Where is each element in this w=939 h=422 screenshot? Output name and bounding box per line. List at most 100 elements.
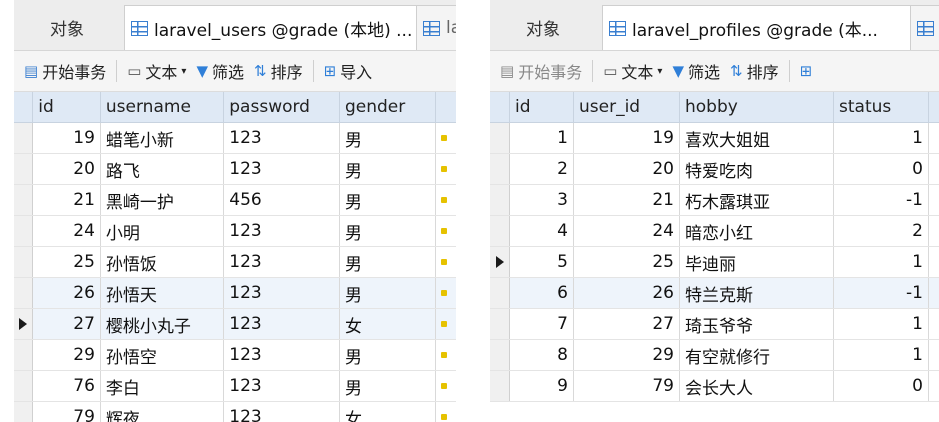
- table-row[interactable]: 5 25 毕迪丽 1: [490, 247, 939, 278]
- table-row[interactable]: 1 19 喜欢大姐姐 1: [490, 123, 939, 154]
- begin-transaction-button[interactable]: ▤ 开始事务: [24, 59, 106, 83]
- table-row[interactable]: 26 孙悟天 123 男: [14, 278, 456, 309]
- table-row[interactable]: 3 21 朽木露琪亚 -1: [490, 185, 939, 216]
- tab-laravel-profiles[interactable]: laravel_profiles @grade (本...: [602, 5, 912, 50]
- cell-user-id[interactable]: 26: [574, 278, 680, 308]
- column-header-password[interactable]: password: [224, 92, 340, 122]
- cell-user-id[interactable]: 21: [574, 185, 680, 215]
- cell-gender[interactable]: 男: [340, 123, 437, 153]
- column-header-status[interactable]: status: [834, 92, 929, 122]
- cell-gender[interactable]: 男: [340, 371, 437, 401]
- cell-gender[interactable]: 男: [340, 278, 437, 308]
- table-row[interactable]: 2 20 特爱吃肉 0: [490, 154, 939, 185]
- cell-username[interactable]: 蜡笔小新: [101, 123, 225, 153]
- cell-id[interactable]: 2: [510, 154, 574, 184]
- cell-user-id[interactable]: 29: [574, 340, 680, 370]
- cell-password[interactable]: 123: [224, 123, 340, 153]
- cell-id[interactable]: 79: [33, 402, 101, 422]
- text-button[interactable]: ▭ 文本 ▾: [127, 59, 186, 83]
- sort-button[interactable]: ⇅ 排序: [730, 59, 779, 83]
- cell-status[interactable]: -1: [834, 185, 929, 215]
- cell-gender[interactable]: 男: [340, 247, 437, 277]
- tab-next[interactable]: [910, 5, 939, 50]
- cell-gender[interactable]: 女: [340, 309, 437, 339]
- table-row[interactable]: 6 26 特兰克斯 -1: [490, 278, 939, 309]
- cell-id[interactable]: 3: [510, 185, 574, 215]
- cell-password[interactable]: 123: [224, 371, 340, 401]
- tab-objects[interactable]: 对象: [490, 5, 600, 49]
- cell-id[interactable]: 24: [33, 216, 101, 246]
- column-header-id[interactable]: id: [33, 92, 101, 122]
- cell-username[interactable]: 小明: [101, 216, 225, 246]
- cell-id[interactable]: 20: [33, 154, 101, 184]
- cell-status[interactable]: 1: [834, 123, 929, 153]
- cell-gender[interactable]: 男: [340, 340, 437, 370]
- cell-id[interactable]: 8: [510, 340, 574, 370]
- table-row[interactable]: 21 黑崎一护 456 男: [14, 185, 456, 216]
- cell-status[interactable]: 0: [834, 154, 929, 184]
- table-row[interactable]: 9 79 会长大人 0: [490, 371, 939, 402]
- cell-username[interactable]: 孙悟天: [101, 278, 225, 308]
- cell-user-id[interactable]: 20: [574, 154, 680, 184]
- cell-password[interactable]: 456: [224, 185, 340, 215]
- table-row[interactable]: 79 辉夜 123 女: [14, 402, 456, 422]
- cell-status[interactable]: 1: [834, 247, 929, 277]
- column-header-user-id[interactable]: user_id: [574, 92, 680, 122]
- table-row[interactable]: 25 孙悟饭 123 男: [14, 247, 456, 278]
- cell-hobby[interactable]: 暗恋小红: [680, 216, 834, 246]
- cell-id[interactable]: 27: [33, 309, 101, 339]
- cell-hobby[interactable]: 朽木露琪亚: [680, 185, 834, 215]
- cell-hobby[interactable]: 特爱吃肉: [680, 154, 834, 184]
- cell-password[interactable]: 123: [224, 309, 340, 339]
- cell-id[interactable]: 6: [510, 278, 574, 308]
- cell-password[interactable]: 123: [224, 402, 340, 422]
- filter-button[interactable]: ▼ 筛选: [196, 59, 244, 83]
- tab-next[interactable]: la: [416, 5, 456, 50]
- cell-password[interactable]: 123: [224, 278, 340, 308]
- begin-transaction-button[interactable]: ▤ 开始事务: [500, 59, 582, 83]
- cell-status[interactable]: 1: [834, 309, 929, 339]
- cell-id[interactable]: 26: [33, 278, 101, 308]
- cell-hobby[interactable]: 琦玉爷爷: [680, 309, 834, 339]
- column-header-id[interactable]: id: [510, 92, 574, 122]
- cell-username[interactable]: 辉夜: [101, 402, 225, 422]
- cell-gender[interactable]: 女: [340, 402, 437, 422]
- cell-user-id[interactable]: 79: [574, 371, 680, 401]
- cell-password[interactable]: 123: [224, 340, 340, 370]
- cell-gender[interactable]: 男: [340, 154, 437, 184]
- column-header-gender[interactable]: gender: [340, 92, 437, 122]
- cell-username[interactable]: 樱桃小丸子: [101, 309, 225, 339]
- table-row[interactable]: 8 29 有空就修行 1: [490, 340, 939, 371]
- cell-status[interactable]: 2: [834, 216, 929, 246]
- column-header-hobby[interactable]: hobby: [680, 92, 834, 122]
- cell-id[interactable]: 19: [33, 123, 101, 153]
- text-button[interactable]: ▭ 文本 ▾: [603, 59, 662, 83]
- cell-status[interactable]: 1: [834, 340, 929, 370]
- table-row[interactable]: 76 李白 123 男: [14, 371, 456, 402]
- cell-id[interactable]: 5: [510, 247, 574, 277]
- sort-button[interactable]: ⇅ 排序: [254, 59, 303, 83]
- table-row[interactable]: 7 27 琦玉爷爷 1: [490, 309, 939, 340]
- tab-laravel-users[interactable]: laravel_users @grade (本地) ...: [124, 5, 418, 50]
- cell-gender[interactable]: 男: [340, 185, 437, 215]
- cell-id[interactable]: 4: [510, 216, 574, 246]
- cell-gender[interactable]: 男: [340, 216, 437, 246]
- table-row[interactable]: 4 24 暗恋小红 2: [490, 216, 939, 247]
- cell-password[interactable]: 123: [224, 247, 340, 277]
- cell-user-id[interactable]: 25: [574, 247, 680, 277]
- tab-objects[interactable]: 对象: [14, 5, 124, 49]
- cell-username[interactable]: 李白: [101, 371, 225, 401]
- import-button[interactable]: ⊞: [800, 62, 817, 80]
- cell-username[interactable]: 黑崎一护: [101, 185, 225, 215]
- cell-user-id[interactable]: 27: [574, 309, 680, 339]
- table-row[interactable]: 27 樱桃小丸子 123 女: [14, 309, 456, 340]
- cell-username[interactable]: 孙悟空: [101, 340, 225, 370]
- cell-id[interactable]: 1: [510, 123, 574, 153]
- cell-username[interactable]: 路飞: [101, 154, 225, 184]
- table-row[interactable]: 29 孙悟空 123 男: [14, 340, 456, 371]
- cell-id[interactable]: 25: [33, 247, 101, 277]
- cell-id[interactable]: 9: [510, 371, 574, 401]
- cell-hobby[interactable]: 喜欢大姐姐: [680, 123, 834, 153]
- cell-user-id[interactable]: 19: [574, 123, 680, 153]
- cell-hobby[interactable]: 会长大人: [680, 371, 834, 401]
